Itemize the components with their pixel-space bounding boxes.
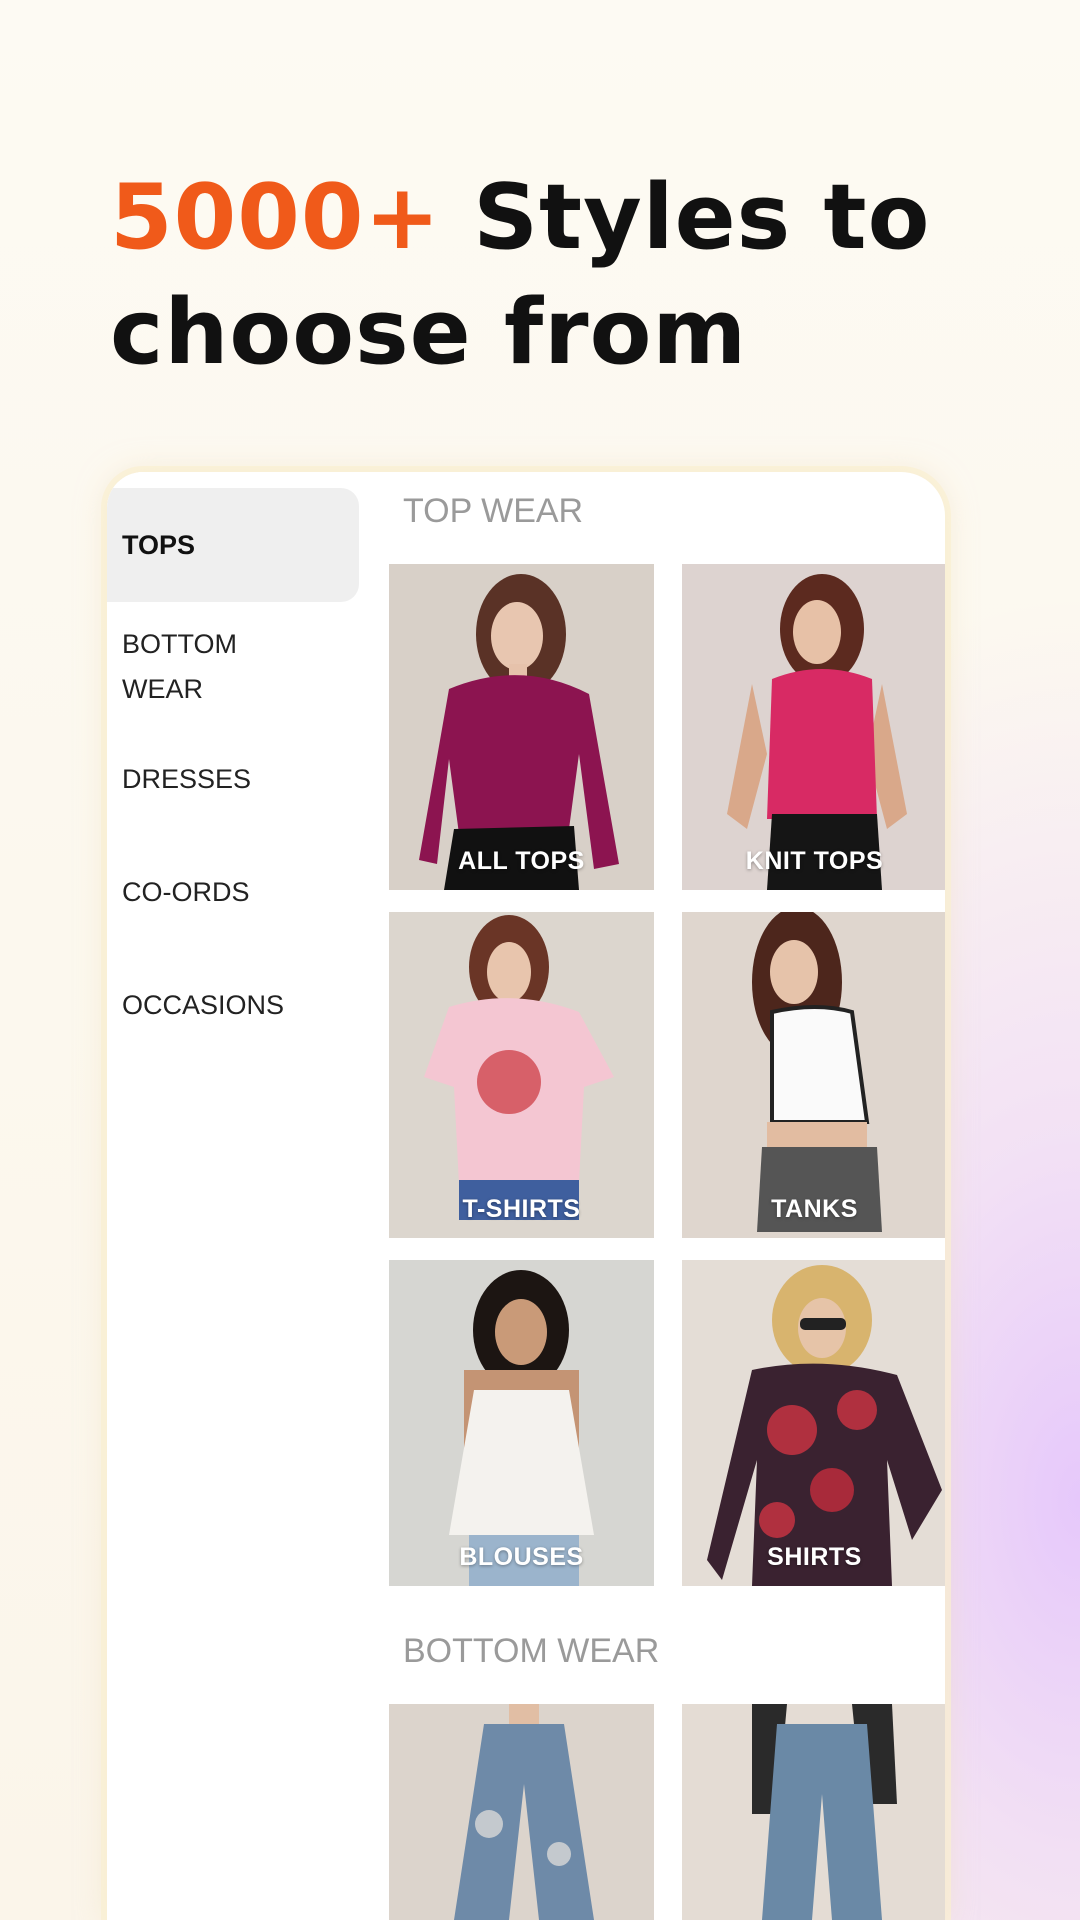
tile-label: TANKS (771, 1195, 858, 1223)
tile-t-shirts[interactable]: T-SHIRTS (389, 912, 654, 1238)
sidebar-item-label: DRESSES (122, 764, 252, 794)
shirts-image (682, 1260, 945, 1586)
sidebar-item-label: CO-ORDS (122, 877, 250, 907)
t-shirts-image (389, 912, 654, 1238)
tile-label: T-SHIRTS (462, 1195, 581, 1223)
tile-blouses[interactable]: BLOUSES (389, 1260, 654, 1586)
sidebar-item-label: OCCASIONS (122, 990, 285, 1020)
category-sidebar: TOPS BOTTOM WEAR DRESSES CO-ORDS OCCASIO… (107, 472, 362, 1920)
section-title-bottom-wear: BOTTOM WEAR (403, 1632, 660, 1670)
sidebar-item-co-ords[interactable]: CO-ORDS (107, 870, 359, 915)
tile-shirts[interactable]: SHIRTS (682, 1260, 945, 1586)
tanks-image (682, 912, 945, 1238)
headline: 5000+ Styles to choose from (110, 160, 1010, 390)
tile-label: SHIRTS (767, 1543, 862, 1571)
all-tops-image (389, 564, 654, 890)
tile-label: BLOUSES (459, 1543, 584, 1571)
headline-accent: 5000+ (110, 165, 441, 270)
tile-label: KNIT TOPS (745, 847, 884, 875)
sidebar-item-label-line1: BOTTOM (122, 629, 238, 659)
knit-tops-image (682, 564, 945, 890)
tile-bottom-wear-2[interactable] (682, 1704, 945, 1920)
sidebar-item-label: TOPS (122, 530, 196, 560)
headline-line2: choose from (110, 280, 748, 385)
sidebar-item-occasions[interactable]: OCCASIONS (107, 983, 359, 1028)
sidebar-item-tops[interactable]: TOPS (107, 488, 359, 602)
jeans-image (682, 1704, 945, 1920)
tile-tanks[interactable]: TANKS (682, 912, 945, 1238)
section-title-top-wear: TOP WEAR (403, 492, 584, 530)
jeans-image (389, 1704, 654, 1920)
tile-all-tops[interactable]: ALL TOPS (389, 564, 654, 890)
sidebar-item-label-line2: WEAR (122, 674, 203, 704)
sidebar-item-bottom-wear[interactable]: BOTTOM WEAR (107, 622, 359, 712)
headline-line1: Styles to (440, 165, 931, 270)
tile-knit-tops[interactable]: KNIT TOPS (682, 564, 945, 890)
tile-label: ALL TOPS (458, 847, 585, 875)
sidebar-item-dresses[interactable]: DRESSES (107, 757, 359, 802)
app-screen: TOPS BOTTOM WEAR DRESSES CO-ORDS OCCASIO… (107, 472, 945, 1920)
tile-bottom-wear-1[interactable] (389, 1704, 654, 1920)
blouses-image (389, 1260, 654, 1586)
